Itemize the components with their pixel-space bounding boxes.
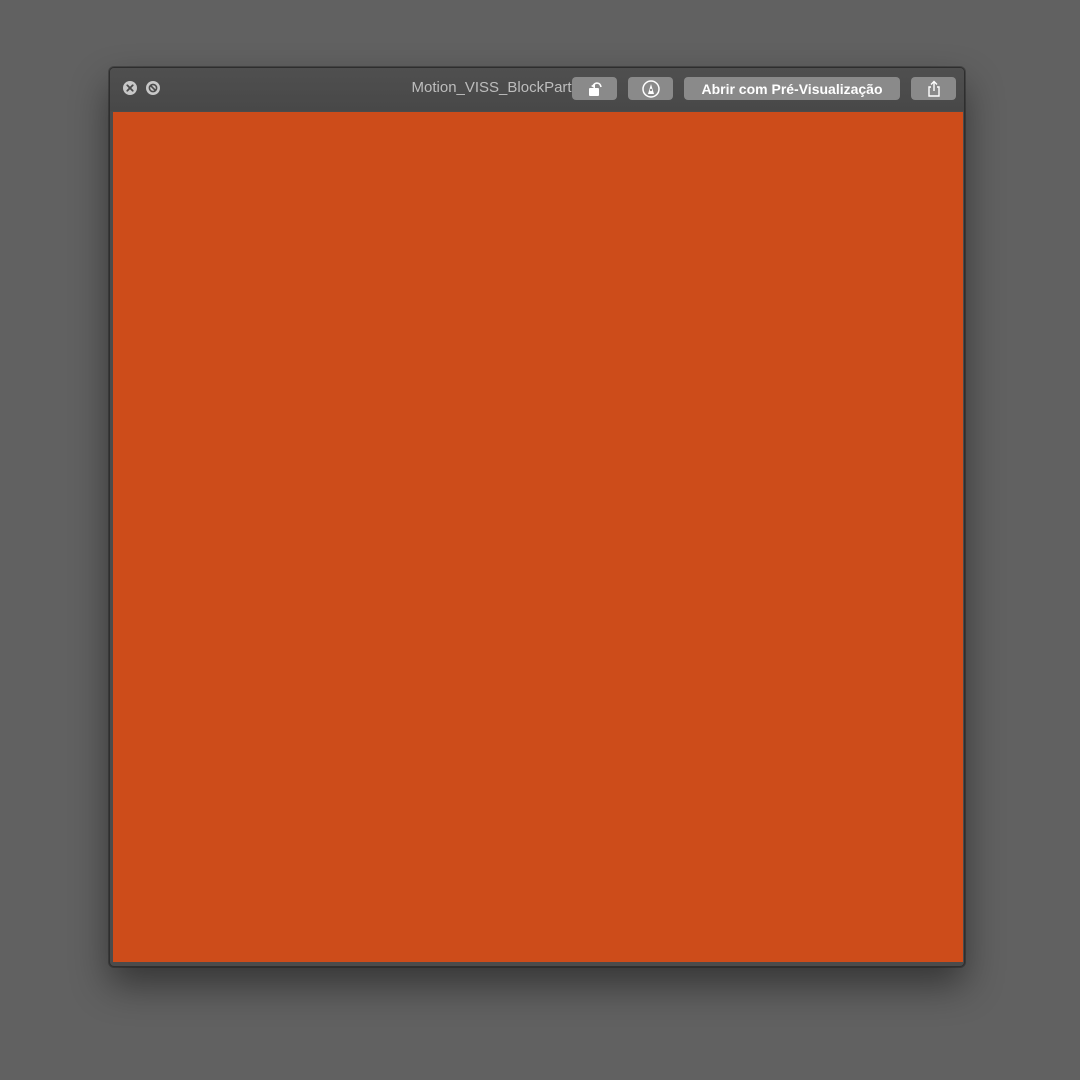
title-bar[interactable]: Motion_VISS_BlockParty.gif Abrir com Pré… [110, 68, 964, 111]
gif-preview-area [113, 112, 963, 962]
open-with-preview-button[interactable]: Abrir com Pré-Visualização [684, 77, 900, 100]
share-icon [927, 80, 940, 97]
window-title: Motion_VISS_BlockParty.gif [411, 79, 598, 96]
quicklook-window: Motion_VISS_BlockParty.gif Abrir com Pré… [109, 67, 965, 967]
markup-button[interactable] [628, 77, 673, 100]
close-icon [126, 84, 134, 92]
markup-icon [641, 79, 660, 98]
share-button[interactable] [911, 77, 956, 100]
close-button[interactable] [123, 81, 137, 95]
fullscreen-icon [148, 83, 158, 93]
rotate-left-icon [588, 81, 602, 96]
rotate-button[interactable] [572, 77, 617, 100]
fullscreen-button[interactable] [146, 81, 160, 95]
